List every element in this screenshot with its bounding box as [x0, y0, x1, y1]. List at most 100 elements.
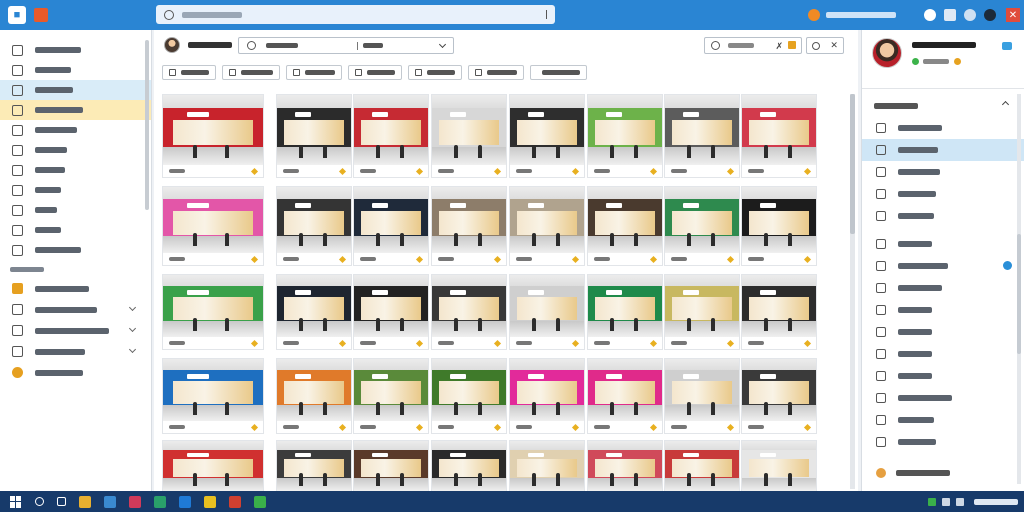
image-card[interactable]: [741, 440, 817, 492]
panel-item[interactable]: [862, 183, 1024, 205]
image-card[interactable]: [664, 186, 740, 266]
panel-item[interactable]: [862, 365, 1024, 387]
store-photo[interactable]: [277, 441, 351, 491]
star-icon[interactable]: [338, 255, 347, 263]
star-icon[interactable]: [493, 255, 502, 263]
store-photo[interactable]: [432, 359, 506, 421]
store-photo[interactable]: [665, 441, 739, 491]
global-search-input[interactable]: [156, 5, 555, 24]
panel-item[interactable]: [862, 205, 1024, 227]
star-icon[interactable]: [415, 423, 424, 431]
star-icon[interactable]: [571, 167, 580, 175]
store-photo[interactable]: [277, 359, 351, 421]
image-card[interactable]: [587, 94, 663, 178]
image-card[interactable]: [741, 186, 817, 266]
store-photo[interactable]: [588, 359, 662, 421]
image-card[interactable]: [162, 274, 264, 350]
store-photo[interactable]: [432, 441, 506, 491]
star-icon[interactable]: [803, 423, 812, 431]
sidebar-section-item[interactable]: [0, 362, 151, 383]
store-photo[interactable]: [277, 95, 351, 165]
panel-item[interactable]: [862, 277, 1024, 299]
store-photo[interactable]: [510, 187, 584, 253]
sidebar-item[interactable]: [0, 40, 151, 60]
clear-icon[interactable]: ✗: [775, 41, 783, 52]
star-icon[interactable]: [571, 255, 580, 263]
store-photo[interactable]: [588, 95, 662, 165]
image-card[interactable]: [587, 274, 663, 350]
store-photo[interactable]: [742, 441, 816, 491]
star-icon[interactable]: [649, 339, 658, 347]
close-icon[interactable]: ✕: [830, 40, 838, 51]
store-photo[interactable]: [510, 441, 584, 491]
maps-icon[interactable]: [154, 495, 166, 508]
store-photo[interactable]: [588, 275, 662, 337]
sidebar-item[interactable]: [0, 120, 151, 140]
image-card[interactable]: [509, 186, 585, 266]
settings-icon[interactable]: [944, 9, 956, 21]
filter-chip[interactable]: [530, 64, 587, 80]
tray-app-icon[interactable]: [928, 497, 936, 506]
store-photo[interactable]: [354, 275, 428, 337]
image-card[interactable]: [353, 94, 429, 178]
star-icon[interactable]: [571, 423, 580, 431]
store-photo[interactable]: [354, 187, 428, 253]
image-card[interactable]: [509, 274, 585, 350]
scrollbar-thumb[interactable]: [1017, 234, 1021, 354]
store-photo[interactable]: [432, 95, 506, 165]
image-card[interactable]: [741, 94, 817, 178]
search-icon[interactable]: [35, 497, 44, 506]
star-icon[interactable]: [338, 423, 347, 431]
store-photo[interactable]: [665, 275, 739, 337]
gallery-select[interactable]: [238, 37, 454, 54]
star-icon[interactable]: [493, 339, 502, 347]
store-photo[interactable]: [742, 359, 816, 421]
image-card[interactable]: [276, 274, 352, 350]
image-card[interactable]: [162, 358, 264, 434]
sidebar-item[interactable]: [0, 160, 151, 180]
panel-item[interactable]: [862, 117, 1024, 139]
star-icon[interactable]: [493, 423, 502, 431]
image-card[interactable]: [276, 440, 352, 492]
sidebar-item[interactable]: [0, 200, 151, 220]
filter-chip[interactable]: [348, 64, 402, 80]
image-card[interactable]: [587, 440, 663, 492]
close-icon[interactable]: ✕: [1006, 8, 1020, 22]
avatar[interactable]: [164, 37, 180, 53]
image-card[interactable]: [431, 186, 507, 266]
star-icon[interactable]: [726, 339, 735, 347]
star-icon[interactable]: [649, 423, 658, 431]
sidebar-item[interactable]: [0, 60, 151, 80]
image-card[interactable]: [162, 94, 264, 178]
store-photo[interactable]: [163, 95, 263, 165]
mail-icon[interactable]: [204, 495, 216, 508]
image-card[interactable]: [509, 358, 585, 434]
store-photo[interactable]: [277, 187, 351, 253]
panel-footer-item[interactable]: [862, 463, 1024, 483]
image-card[interactable]: [431, 440, 507, 492]
star-icon[interactable]: [649, 255, 658, 263]
store-photo[interactable]: [510, 359, 584, 421]
chevron-up-icon[interactable]: [1001, 100, 1010, 109]
star-icon[interactable]: [493, 167, 502, 175]
user-label[interactable]: [826, 12, 896, 18]
star-icon[interactable]: [415, 167, 424, 175]
image-card[interactable]: [587, 186, 663, 266]
sidebar-scrollbar[interactable]: [145, 40, 149, 210]
zoom-icon[interactable]: [812, 41, 821, 50]
sidebar-item[interactable]: [0, 100, 151, 120]
sidebar-item[interactable]: [0, 220, 151, 240]
chevron-down-icon[interactable]: [128, 345, 137, 354]
chat-icon[interactable]: [1002, 42, 1012, 50]
filter-chip[interactable]: [468, 64, 524, 80]
image-card[interactable]: [431, 94, 507, 178]
sidebar-item[interactable]: [0, 240, 151, 260]
image-card[interactable]: [509, 94, 585, 178]
sidebar-section-item[interactable]: [0, 278, 151, 299]
windows-start-icon[interactable]: [10, 495, 22, 508]
star-icon[interactable]: [415, 339, 424, 347]
star-icon[interactable]: [338, 339, 347, 347]
panel-item[interactable]: [862, 321, 1024, 343]
panel-item[interactable]: [862, 233, 1024, 255]
star-icon[interactable]: [250, 255, 259, 263]
